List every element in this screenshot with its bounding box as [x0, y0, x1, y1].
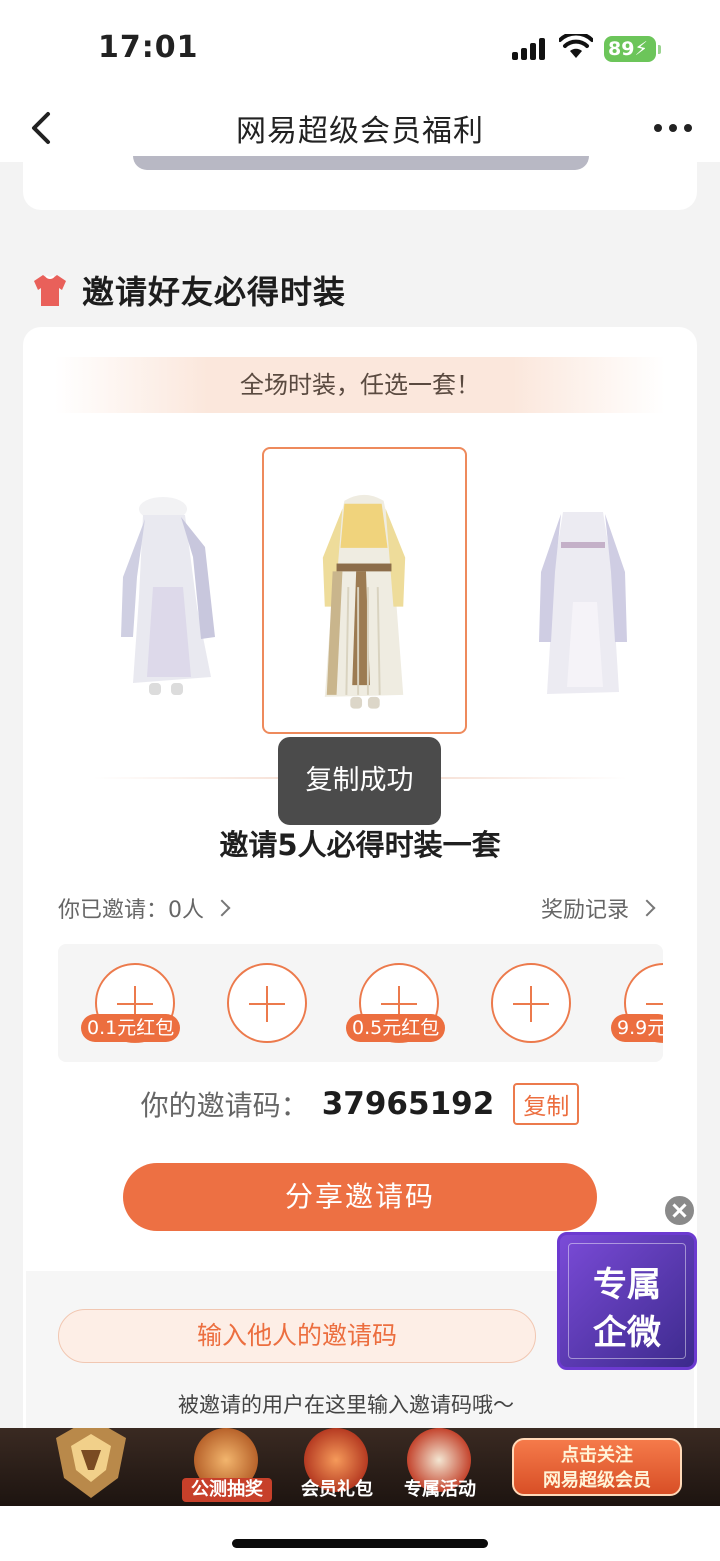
previous-card [23, 156, 697, 210]
section-title-text: 邀请好友必得时装 [82, 273, 347, 311]
bottom-safe-area [0, 1506, 720, 1561]
promo-label: 会员礼包 [301, 1479, 373, 1500]
previous-card-button[interactable] [133, 156, 589, 170]
game-logo-icon [56, 1428, 126, 1498]
invite-slot-4[interactable] [491, 963, 571, 1043]
home-indicator[interactable] [232, 1539, 488, 1548]
invited-count-link[interactable]: 你已邀请：0人 [58, 892, 231, 924]
status-bar: 17:01 89⚡ [0, 0, 720, 96]
battery-level: 89 [608, 38, 635, 60]
navigation-bar: 网易超级会员福利 [0, 96, 720, 162]
section-heading: 邀请好友必得时装 [30, 264, 346, 316]
promo-banner: 全场时装，任选一套！ [55, 357, 665, 413]
outfit-image [121, 497, 215, 695]
invite-code-row: 你的邀请码： 37965192 复制 [23, 1083, 697, 1125]
outfit-option-left[interactable] [93, 487, 243, 707]
follow-cta-button[interactable]: 点击关注 网易超级会员 [512, 1438, 682, 1496]
share-invite-code-button[interactable]: 分享邀请码 [123, 1163, 597, 1231]
slot-reward-tag: 0.1元红包 [81, 1014, 181, 1042]
reward-record-link[interactable]: 奖励记录 [540, 892, 656, 924]
outfit-option-selected[interactable] [262, 447, 467, 734]
invite-code-value: 37965192 [321, 1086, 495, 1122]
promo-gift-pack[interactable]: 会员礼包 [292, 1428, 382, 1506]
slot-reward-tag: 0.5元红包 [346, 1014, 446, 1042]
plus-icon [646, 1003, 663, 1005]
more-options-icon[interactable] [654, 124, 694, 134]
promo-exclusive-event[interactable]: 专属活动 [395, 1428, 485, 1506]
chevron-right-icon [638, 899, 656, 917]
status-time: 17:01 [98, 30, 199, 65]
invite-code-label: 你的邀请码： [140, 1089, 309, 1122]
enter-code-hint: 被邀请的用户在这里输入邀请码哦～ [178, 1393, 514, 1417]
promo-lottery[interactable]: 公测抽奖 [182, 1428, 272, 1506]
promo-label: 公测抽奖 [182, 1478, 272, 1502]
battery-indicator: 89⚡ [604, 36, 661, 62]
charging-icon: ⚡ [634, 38, 648, 60]
cta-line-2: 网易超级会员 [543, 1470, 651, 1491]
enter-invite-code-input[interactable]: 输入他人的邀请码 [58, 1309, 536, 1363]
promo-bar: 公测抽奖 会员礼包 专属活动 点击关注 网易超级会员 [0, 1428, 720, 1506]
widget-line-1: 专属 [593, 1265, 661, 1305]
plus-icon-v [530, 986, 532, 1022]
plus-icon-v [266, 986, 268, 1022]
reward-record-label: 奖励记录 [540, 898, 629, 923]
invited-count-label: 你已邀请：0人 [58, 898, 204, 923]
slot-reward-tag: 9.9元 [611, 1014, 663, 1042]
invite-headline: 邀请5人必得时装一套 [219, 828, 501, 862]
outfit-image [539, 512, 627, 694]
invite-slot-2[interactable] [227, 963, 307, 1043]
cta-line-1: 点击关注 [561, 1445, 633, 1466]
outfit-image [322, 494, 406, 709]
wifi-icon [559, 34, 593, 58]
invite-slots: 0.1元红包 0.5元红包 9.9元 [58, 944, 663, 1062]
toast-message: 复制成功 [278, 737, 441, 825]
widget-line-2: 企微 [593, 1313, 661, 1353]
promo-label: 专属活动 [404, 1479, 476, 1500]
copy-button[interactable]: 复制 [513, 1083, 580, 1125]
outfit-option-right[interactable] [523, 502, 643, 712]
wecom-float-widget[interactable]: 专属 企微 [557, 1232, 697, 1370]
tshirt-icon [34, 275, 66, 306]
page-title: 网易超级会员福利 [236, 114, 484, 149]
cellular-signal-icon [512, 38, 548, 60]
chevron-right-icon [213, 899, 231, 917]
close-icon[interactable] [663, 1194, 696, 1227]
